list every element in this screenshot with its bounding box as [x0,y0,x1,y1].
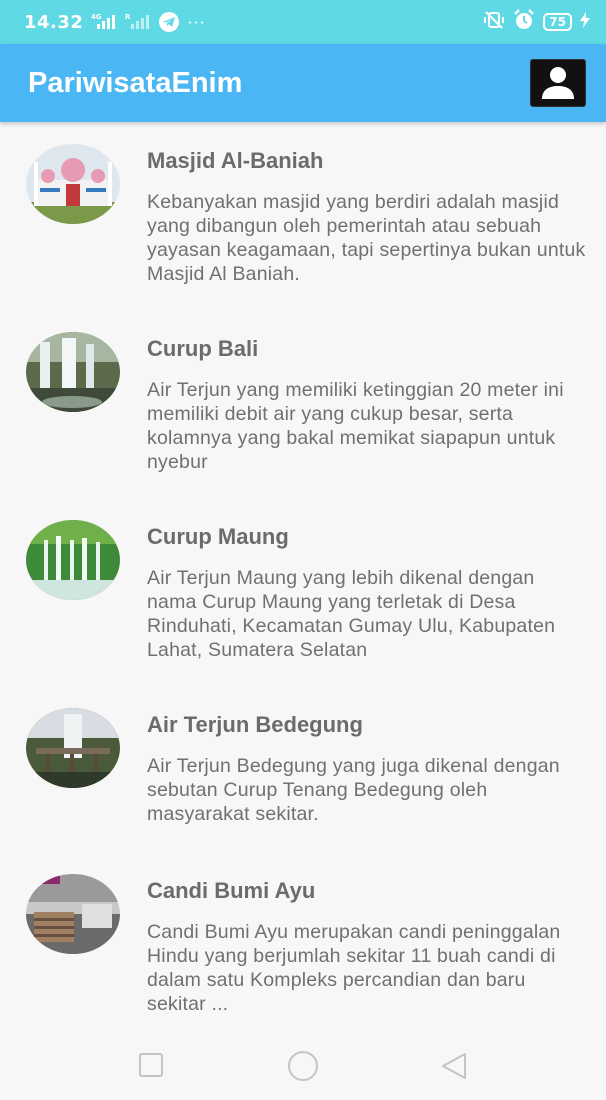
more-notifications-icon: ··· [187,12,206,32]
svg-text:4G: 4G [91,13,102,21]
item-title: Curup Bali [147,336,259,361]
svg-text:R: R [125,13,131,21]
telegram-icon [159,12,180,32]
item-description: Air Terjun yang memiliki ketinggian 20 m… [147,379,564,473]
status-left: 14.32 4G R ··· [24,12,206,33]
item-title: Curup Maung [147,524,289,549]
temple-thumbnail [26,874,120,954]
back-button[interactable] [440,1052,468,1085]
waterfall-thumbnail [26,520,120,600]
system-nav-bar [0,1030,606,1100]
list-item[interactable]: Air Terjun Bedegung Air Terjun Bedegung … [0,686,606,852]
item-title: Masjid Al-Baniah [147,148,324,173]
profile-button[interactable] [530,59,586,107]
charging-icon [580,12,590,32]
app-title: PariwisataEnim [28,66,243,99]
list-item[interactable]: Curup Bali Air Terjun yang memiliki keti… [0,310,606,498]
waterfall-thumbnail [26,708,120,788]
mosque-thumbnail [26,144,120,224]
signal-icon: 4G [91,12,117,32]
home-button[interactable] [287,1050,319,1087]
list-item[interactable]: Curup Maung Air Terjun Maung yang lebih … [0,498,606,686]
item-title: Air Terjun Bedegung [147,712,363,737]
item-title: Candi Bumi Ayu [147,878,316,903]
square-icon [139,1053,163,1077]
status-right: 75 [483,9,590,35]
item-description: Air Terjun Bedegung yang juga dikenal de… [147,755,560,825]
battery-indicator: 75 [543,13,572,31]
item-description: Kebanyakan masjid yang berdiri adalah ma… [147,191,586,285]
app-bar: PariwisataEnim [0,44,606,122]
status-time: 14.32 [24,11,84,33]
status-bar: 14.32 4G R ··· 75 [0,0,606,44]
account-icon [542,67,574,99]
mute-vibrate-icon [483,10,505,34]
item-description: Air Terjun Maung yang lebih dikenal deng… [147,567,556,661]
list-item[interactable]: Masjid Al-Baniah Kebanyakan masjid yang … [0,122,606,310]
item-description: Candi Bumi Ayu merupakan candi peninggal… [147,921,561,1015]
list-item[interactable]: Candi Bumi Ayu Candi Bumi Ayu merupakan … [0,852,606,1032]
triangle-back-icon [442,1053,466,1079]
recents-button[interactable] [138,1052,164,1083]
waterfall-thumbnail [26,332,120,412]
signal-2-icon: R [125,12,151,32]
alarm-icon [513,9,535,35]
circle-icon [288,1051,318,1081]
